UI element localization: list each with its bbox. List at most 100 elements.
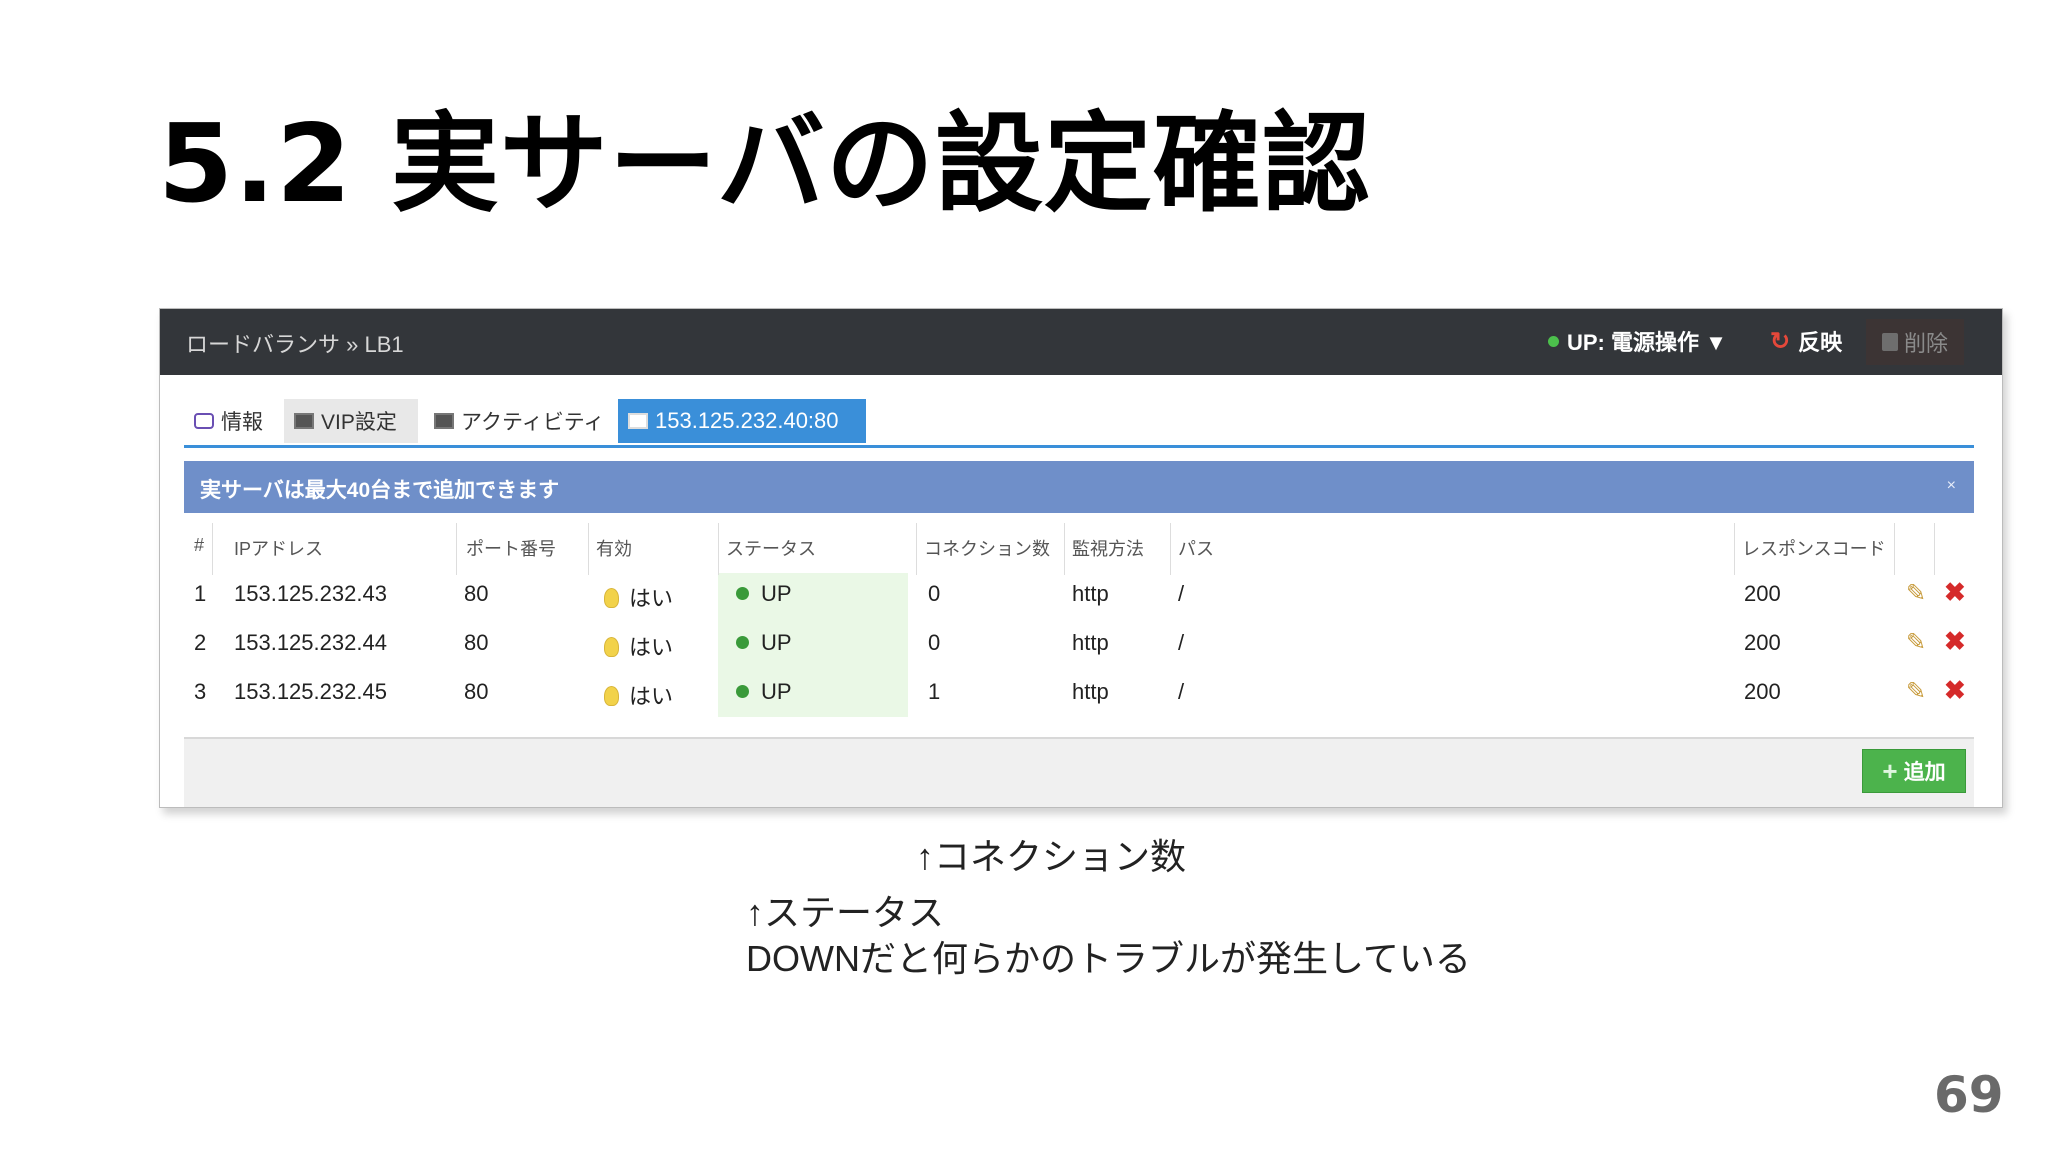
monitor-path: / <box>1178 679 1185 704</box>
lightbulb-icon <box>604 637 619 657</box>
tab-info[interactable]: 情報 <box>184 399 280 443</box>
connection-count: 1 <box>928 679 941 704</box>
reflect-button[interactable]: ↻ 反映 <box>1770 325 1842 357</box>
column-header-enabled[interactable]: 有効 <box>596 535 632 561</box>
delete-label: 削除 <box>1903 331 1948 356</box>
reflect-label: 反映 <box>1798 330 1843 355</box>
monitor-icon <box>434 413 454 429</box>
monitor-method: http <box>1072 679 1109 704</box>
refresh-icon: ↻ <box>1770 327 1791 355</box>
column-divider <box>1734 523 1735 575</box>
column-header-path[interactable]: パス <box>1178 535 1214 561</box>
column-divider <box>718 523 719 575</box>
column-divider <box>456 523 457 575</box>
add-label: 追加 <box>1903 761 1946 784</box>
column-header-number[interactable]: # <box>194 535 204 556</box>
monitor-icon <box>628 413 648 429</box>
close-icon[interactable]: × <box>1947 477 1956 495</box>
ip-address: 153.125.232.45 <box>234 679 387 704</box>
edit-pencil-icon[interactable]: ✎ <box>1906 677 1926 706</box>
tab-label: 情報 <box>221 411 263 434</box>
connection-count: 0 <box>928 581 941 606</box>
response-code: 200 <box>1744 581 1781 606</box>
lightbulb-icon <box>604 588 619 608</box>
status-up-icon <box>736 587 749 600</box>
port: 80 <box>464 679 489 704</box>
column-divider <box>916 523 917 575</box>
ip-address: 153.125.232.44 <box>234 630 387 655</box>
status-cell: UP <box>736 630 792 656</box>
column-header-connections[interactable]: コネクション数 <box>924 535 1050 561</box>
power-menu-button[interactable]: UP: 電源操作 ▼ <box>1548 325 1727 357</box>
slide-title: 5.2 実サーバの設定確認 <box>158 102 1371 227</box>
column-header-port[interactable]: ポート番号 <box>466 535 556 561</box>
table-row: 3 153.125.232.45 80 はい UP 1 http / 200 ✎… <box>184 671 1974 719</box>
status-annotation: ↑ステータス <box>746 892 945 933</box>
column-header-ip[interactable]: IPアドレス <box>234 535 323 561</box>
edit-pencil-icon[interactable]: ✎ <box>1906 579 1926 608</box>
response-code: 200 <box>1744 630 1781 655</box>
response-code: 200 <box>1744 679 1781 704</box>
delete-button[interactable]: 削除 <box>1866 319 1964 365</box>
row-number: 1 <box>194 581 207 606</box>
enabled-value: はい <box>629 684 674 709</box>
table-row: 1 153.125.232.43 80 はい UP 0 http / 200 ✎… <box>184 573 1974 621</box>
banner-text: 実サーバは最大40台まで追加できます <box>200 479 560 502</box>
monitor-path: / <box>1178 581 1185 606</box>
port: 80 <box>464 581 489 606</box>
column-header-method[interactable]: 監視方法 <box>1072 535 1144 561</box>
table-footer: + 追加 <box>184 737 1974 807</box>
delete-x-icon[interactable]: ✖ <box>1944 577 1966 608</box>
column-header-status[interactable]: ステータス <box>726 535 816 561</box>
column-divider <box>1064 523 1065 575</box>
status-annotation-detail: DOWNだと何らかのトラブルが発生している <box>746 938 1471 979</box>
power-menu-label: UP: 電源操作 ▼ <box>1567 330 1727 355</box>
row-number: 2 <box>194 630 207 655</box>
enabled-cell: はい <box>604 581 673 613</box>
panel-header: ロードバランサ » LB1 UP: 電源操作 ▼ ↻ 反映 削除 <box>160 309 2002 375</box>
table-row: 2 153.125.232.44 80 はい UP 0 http / 200 ✎… <box>184 622 1974 670</box>
load-balancer-panel: ロードバランサ » LB1 UP: 電源操作 ▼ ↻ 反映 削除 情報 VIP設… <box>159 308 2003 808</box>
breadcrumb[interactable]: ロードバランサ » LB1 <box>186 327 404 359</box>
column-divider <box>1894 523 1895 575</box>
tab-label: VIP設定 <box>321 411 397 434</box>
status-value: UP <box>761 679 792 704</box>
enabled-value: はい <box>629 635 674 660</box>
monitor-method: http <box>1072 581 1109 606</box>
column-divider <box>588 523 589 575</box>
column-divider <box>1170 523 1171 575</box>
connections-annotation: ↑コネクション数 <box>916 836 1187 877</box>
info-banner: 実サーバは最大40台まで追加できます × <box>184 461 1974 513</box>
tab-activity[interactable]: アクティビティ <box>424 399 616 443</box>
status-cell: UP <box>736 581 792 607</box>
column-header-response-code[interactable]: レスポンスコード <box>1742 535 1886 561</box>
enabled-value: はい <box>629 586 674 611</box>
status-value: UP <box>761 630 792 655</box>
status-up-icon <box>736 636 749 649</box>
connection-count: 0 <box>928 630 941 655</box>
tab-bar: 情報 VIP設定 アクティビティ 153.125.232.40:80 <box>184 399 1974 448</box>
monitor-icon <box>294 413 314 429</box>
tab-vip-settings[interactable]: VIP設定 <box>284 399 418 443</box>
tab-vip-address[interactable]: 153.125.232.40:80 <box>618 399 866 443</box>
ip-address: 153.125.232.43 <box>234 581 387 606</box>
lightbulb-icon <box>604 686 619 706</box>
delete-x-icon[interactable]: ✖ <box>1944 675 1966 706</box>
column-divider <box>1934 523 1935 575</box>
info-icon <box>194 413 214 429</box>
delete-x-icon[interactable]: ✖ <box>1944 626 1966 657</box>
add-server-button[interactable]: + 追加 <box>1862 749 1966 793</box>
status-up-icon <box>736 685 749 698</box>
enabled-cell: はい <box>604 679 673 711</box>
column-divider <box>212 523 213 575</box>
port: 80 <box>464 630 489 655</box>
trash-icon <box>1881 333 1898 351</box>
page-number: 69 <box>1934 1066 2004 1124</box>
enabled-cell: はい <box>604 630 673 662</box>
tab-label: 153.125.232.40:80 <box>655 408 839 433</box>
status-cell: UP <box>736 679 792 705</box>
monitor-path: / <box>1178 630 1185 655</box>
edit-pencil-icon[interactable]: ✎ <box>1906 628 1926 657</box>
plus-icon: + <box>1882 755 1898 786</box>
status-up-icon <box>1548 335 1559 347</box>
